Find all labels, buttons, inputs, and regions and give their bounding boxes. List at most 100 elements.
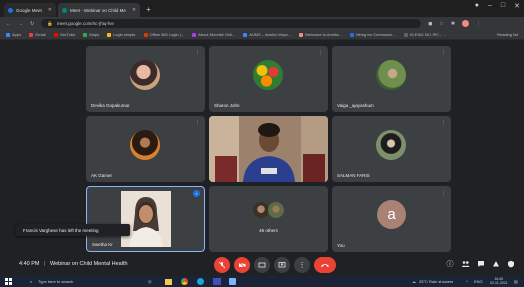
shield-lock-icon [508,260,514,268]
clock-date: 02-11-2021 [490,281,508,285]
more-options-icon[interactable]: ⋮ [441,50,446,56]
bookmark-label: Welcome to Amrita... [304,32,342,37]
participant-tile[interactable]: ⋮ AK Gamer [86,116,205,182]
forward-icon[interactable]: → [18,21,23,27]
present-button[interactable] [274,257,290,273]
bookmark-item[interactable]: YouTube [53,32,76,37]
address-bar-row: ← → ↻ 🔒 meet.google.com/rtc-jhtq-fve ◼ ☆… [0,17,524,30]
avatar-initial: a [387,206,396,223]
maximize-icon[interactable]: □ [501,2,505,10]
profile-avatar-icon[interactable] [462,20,470,27]
more-options-icon[interactable]: ⋮ [441,190,446,196]
back-icon[interactable]: ← [6,21,11,27]
taskbar-search-input[interactable]: Type here to search [38,279,73,284]
url-field[interactable]: 🔒 meet.google.com/rtc-jhtq-fve [41,19,422,28]
chrome-icon[interactable] [181,278,188,285]
minimize-icon[interactable]: – [488,2,492,10]
close-icon[interactable]: ✕ [132,7,136,13]
bookmark-favicon-icon [83,32,88,37]
bookmark-item[interactable]: Login simple [107,32,136,37]
bookmark-label: Maps [89,32,100,37]
participant-tile-speaking[interactable]: ▪ Swetha Kr [86,186,205,252]
more-options-icon[interactable]: ⋮ [441,120,446,126]
captions-button[interactable] [254,257,270,273]
reading-list[interactable]: Reading list [497,32,518,37]
bookmark-favicon-icon [403,32,408,37]
bookmark-item[interactable]: Gmail [29,32,46,37]
edge-icon[interactable] [197,278,204,285]
bookmark-item[interactable]: Apps [6,32,21,37]
lock-icon: 🔒 [47,20,53,26]
language-indicator[interactable]: ENG [474,279,483,284]
bookmark-item[interactable]: AUMS – Amrita Vidya... [243,32,291,37]
participant-tile[interactable]: ⋮ Sharon John [209,46,328,112]
photos-icon[interactable] [213,278,221,285]
task-view-icon[interactable]: ◎ [148,279,152,284]
menu-icon[interactable]: ⋮ [476,21,481,27]
participant-name: Vaiga _ajayashum [337,103,374,108]
participant-name: You [337,243,345,248]
participant-tile[interactable]: ⋮ SALMAN FARIS [332,116,451,182]
bookmark-item[interactable]: Office 365 Login |... [143,32,184,37]
bookmark-label: YouTube [59,32,76,37]
participant-video-tile[interactable] [209,116,328,182]
taskbar-clock[interactable]: 16:40 02-11-2021 [490,277,508,286]
tray-chevron-icon[interactable]: ^ [466,279,468,284]
meeting-title: Webinar on Child Mental Health [49,261,128,267]
participant-tile-others[interactable]: 46 others [209,186,328,252]
people-button[interactable] [460,259,470,269]
profile-icon[interactable]: ● [475,2,479,10]
chat-icon [478,261,484,267]
more-options-icon[interactable]: ⋮ [318,50,323,56]
reload-icon[interactable]: ↻ [30,21,34,27]
participant-name: 46 others [259,228,278,233]
new-tab-button[interactable]: + [142,3,155,17]
participant-tile-self[interactable]: ⋮ a You [332,186,451,252]
bookmark-label: HI-ENG 001 IPC - ... [409,32,447,37]
more-options-button[interactable]: ⋮ [294,257,310,273]
bookmark-label: About Moonkit Onli... [198,32,236,37]
bookmark-favicon-icon [143,32,148,37]
tab-google-meet[interactable]: Google Meet ✕ [4,3,56,17]
taskbar-search-icon[interactable]: ⌕ [30,279,32,284]
captions-icon [258,262,266,268]
windows-start-icon[interactable] [5,278,12,285]
activities-button[interactable] [491,259,501,269]
bookmark-item[interactable]: About Moonkit Onli... [192,32,235,37]
camera-indicator-icon[interactable]: ◼ [428,21,432,27]
star-icon[interactable]: ☆ [439,21,443,27]
bookmark-label: AUMS – Amrita Vidya... [249,32,291,37]
video-feed [121,191,171,247]
participant-tile[interactable]: ⋮ Devika Gopakumar [86,46,205,112]
bookmark-item[interactable]: HI-ENG 001 IPC - ... [403,32,447,37]
notification-toast: Francis Varghese has left the meeting [16,224,130,236]
meeting-separator: | [44,261,46,267]
extensions-icon[interactable]: ✱ [451,21,455,27]
windows-taskbar: ⌕ Type here to search ◎ ☁ 25°C Rain show… [0,276,524,287]
bookmark-favicon-icon [107,32,112,37]
close-icon[interactable]: ✕ [48,7,52,13]
camera-button[interactable] [234,257,250,273]
weather-icon: ☁ [412,278,416,284]
more-options-icon[interactable]: ⋮ [195,50,200,56]
microphone-button[interactable] [214,257,230,273]
more-options-icon[interactable]: ⋮ [195,120,200,126]
bookmark-favicon-icon [298,32,303,37]
file-explorer-icon[interactable] [165,278,172,285]
host-controls-button[interactable] [506,259,516,269]
bookmark-favicon-icon [53,32,58,37]
close-window-icon[interactable]: ✕ [514,2,520,10]
participant-tile[interactable]: ⋮ Vaiga _ajayashum [332,46,451,112]
avatar [253,202,269,218]
leave-call-button[interactable] [314,257,336,273]
app-icon[interactable] [229,278,236,285]
meeting-details-button[interactable]: ⓘ [445,259,455,269]
bookmark-item[interactable]: Welcome to Amrita... [298,32,342,37]
bookmark-item[interactable]: Maps [83,32,99,37]
chat-button[interactable] [476,259,486,269]
bookmark-item[interactable]: Hiring for Communic... [349,32,396,37]
tab-meet-webinar[interactable]: Meet - Webinar on Child Me ✕ [57,3,141,17]
tab-label: Google Meet [16,7,42,13]
notifications-icon[interactable]: ▤ [514,279,518,284]
avatar [253,60,283,90]
